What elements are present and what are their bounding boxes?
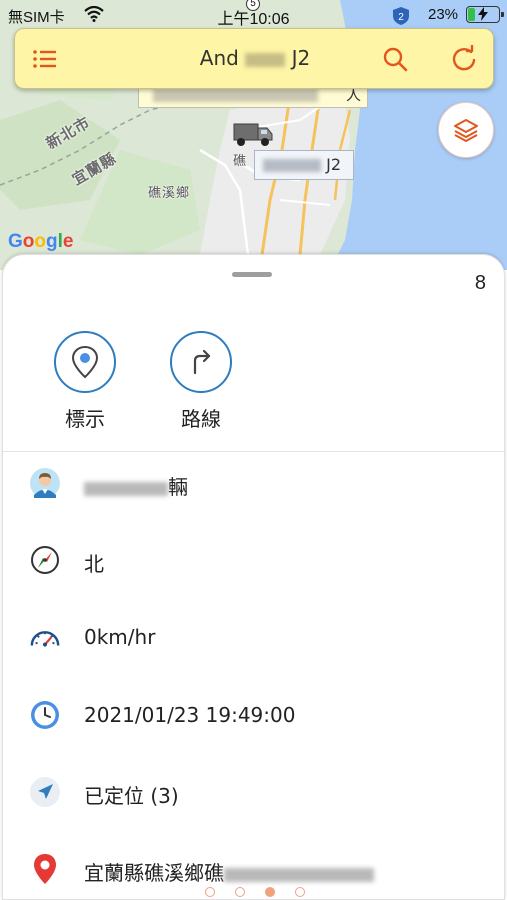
title-end: J2 [291, 46, 311, 70]
info-row-speed: 0km/hr [3, 617, 506, 657]
compass-icon [29, 544, 61, 576]
map-layers-button[interactable] [438, 102, 494, 158]
datetime-value: 2021/01/23 19:49:00 [84, 703, 296, 727]
mark-button-circle[interactable] [54, 331, 116, 393]
sheet-count: 8 [474, 272, 486, 294]
vehicle-detail-sheet[interactable]: 8 標示 路線 輛 北 0km/hr 2021/01/23 19:49:00 已… [2, 254, 506, 900]
truck-label-end: J2 [326, 155, 341, 174]
person-avatar-icon [29, 467, 61, 499]
route-button-circle[interactable] [170, 331, 232, 393]
gps-status-value: 已定位 (3) [84, 784, 179, 808]
page-dot[interactable] [234, 887, 245, 897]
page-title: And J2 [15, 46, 495, 70]
battery-percent: 23% [428, 6, 459, 23]
redacted-text [84, 481, 168, 496]
map-label-jiao: 礁 [233, 154, 248, 169]
location-pin-icon [29, 853, 61, 885]
info-row-datetime: 2021/01/23 19:49:00 [3, 695, 506, 735]
status-bar: 無SIM卡 5 上午10:06 2 23% [0, 0, 507, 30]
charging-bolt-icon [478, 7, 488, 21]
route-turn-icon [193, 349, 211, 375]
page-dot[interactable] [264, 887, 275, 897]
vpn-shield-icon: 2 [393, 7, 409, 25]
divider [3, 451, 506, 452]
info-row-gps: 已定位 (3) [3, 772, 506, 812]
google-logo: Google [8, 231, 74, 252]
battery-fill [468, 8, 475, 21]
speed-value: 0km/hr [84, 625, 156, 649]
mark-button-label: 標示 [65, 407, 105, 431]
clock-icon [29, 699, 61, 731]
location-arrow-icon [29, 776, 61, 808]
layers-icon [454, 119, 478, 142]
direction-value: 北 [84, 552, 104, 576]
info-row-vehicle: 輛 [3, 463, 506, 503]
page-dot[interactable] [204, 887, 215, 897]
redacted-text [153, 89, 318, 102]
mark-button[interactable]: 標示 [53, 331, 117, 432]
sheet-drag-handle[interactable] [232, 272, 272, 277]
battery-icon [466, 6, 504, 23]
truck-marker-icon[interactable] [232, 120, 274, 148]
vehicle-name: 輛 [84, 471, 188, 500]
redacted-text [245, 52, 286, 67]
map-label-jiaoxi-township: 礁溪鄉 [148, 186, 191, 201]
redacted-text [224, 867, 374, 882]
info-row-direction: 北 [3, 540, 506, 580]
page-indicator[interactable] [3, 882, 506, 900]
redacted-text [263, 159, 321, 172]
truck-name-label[interactable]: J2 [254, 150, 354, 180]
vehicle-name-end: 輛 [168, 475, 188, 499]
top-app-bar: And J2 [14, 28, 494, 89]
route-button-label: 路線 [181, 407, 221, 431]
route-button[interactable]: 路線 [169, 331, 233, 432]
title-start: And [199, 46, 239, 70]
speedometer-icon [29, 621, 61, 653]
page-dot[interactable] [294, 887, 305, 897]
search-icon[interactable] [380, 44, 410, 74]
map-pin-icon [71, 345, 99, 379]
refresh-icon[interactable] [449, 44, 479, 74]
svg-text:2: 2 [398, 12, 404, 23]
